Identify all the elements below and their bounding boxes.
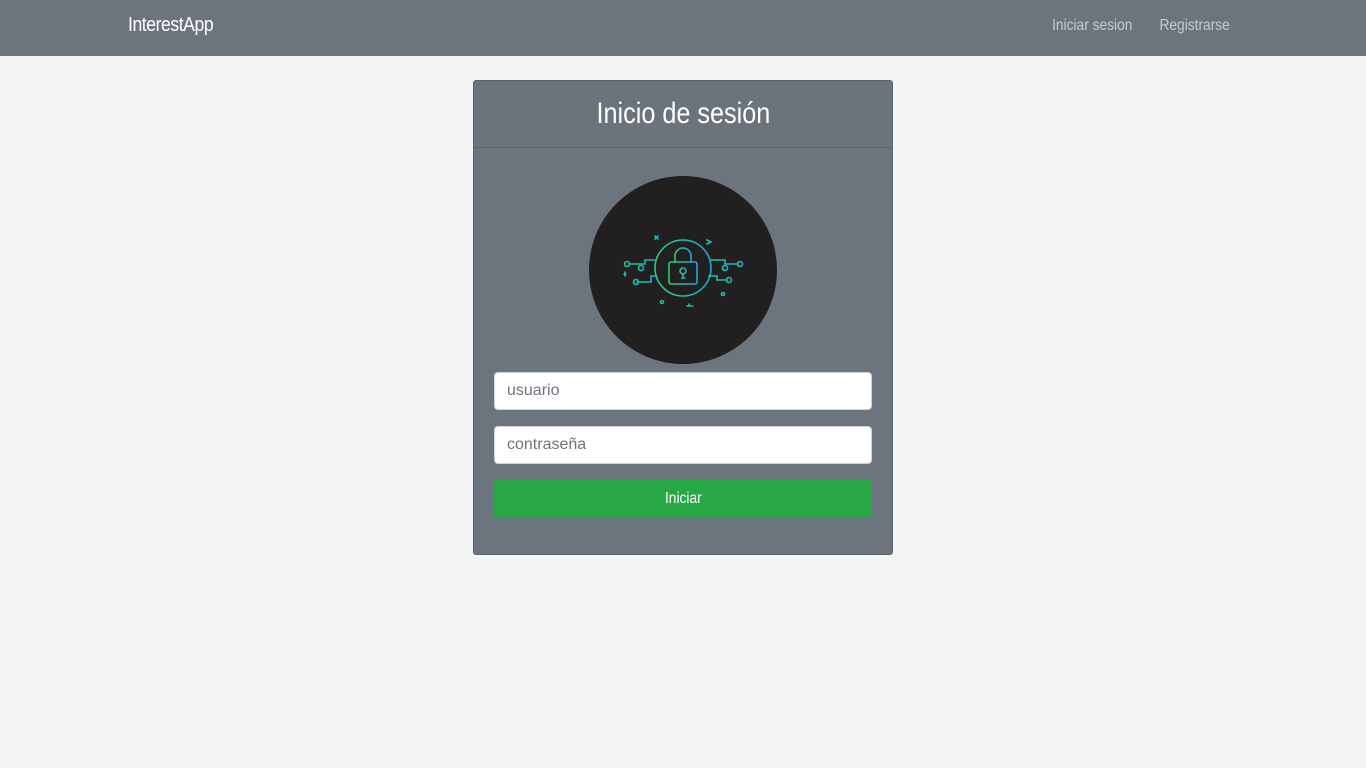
nav-link-login[interactable]: Iniciar sesion xyxy=(1052,17,1132,35)
login-card: Inicio de sesión usuario Iniciar xyxy=(473,80,893,555)
username-input[interactable] xyxy=(494,372,872,410)
login-button-label: Iniciar xyxy=(664,490,702,507)
password-input[interactable] xyxy=(494,426,872,464)
lock-avatar xyxy=(589,176,777,364)
login-card-header: Inicio de sesión xyxy=(474,81,892,148)
lock-circuit-icon xyxy=(623,235,744,307)
nav-links: Iniciar sesion Registrarse xyxy=(1039,17,1230,35)
navbar: InterestApp Iniciar sesion Registrarse xyxy=(0,0,1366,56)
page-title: Inicio de sesión xyxy=(596,97,770,130)
login-button[interactable]: Iniciar xyxy=(494,480,872,518)
brand-logo[interactable]: InterestApp xyxy=(128,14,214,37)
nav-link-register[interactable]: Registrarse xyxy=(1160,17,1230,35)
